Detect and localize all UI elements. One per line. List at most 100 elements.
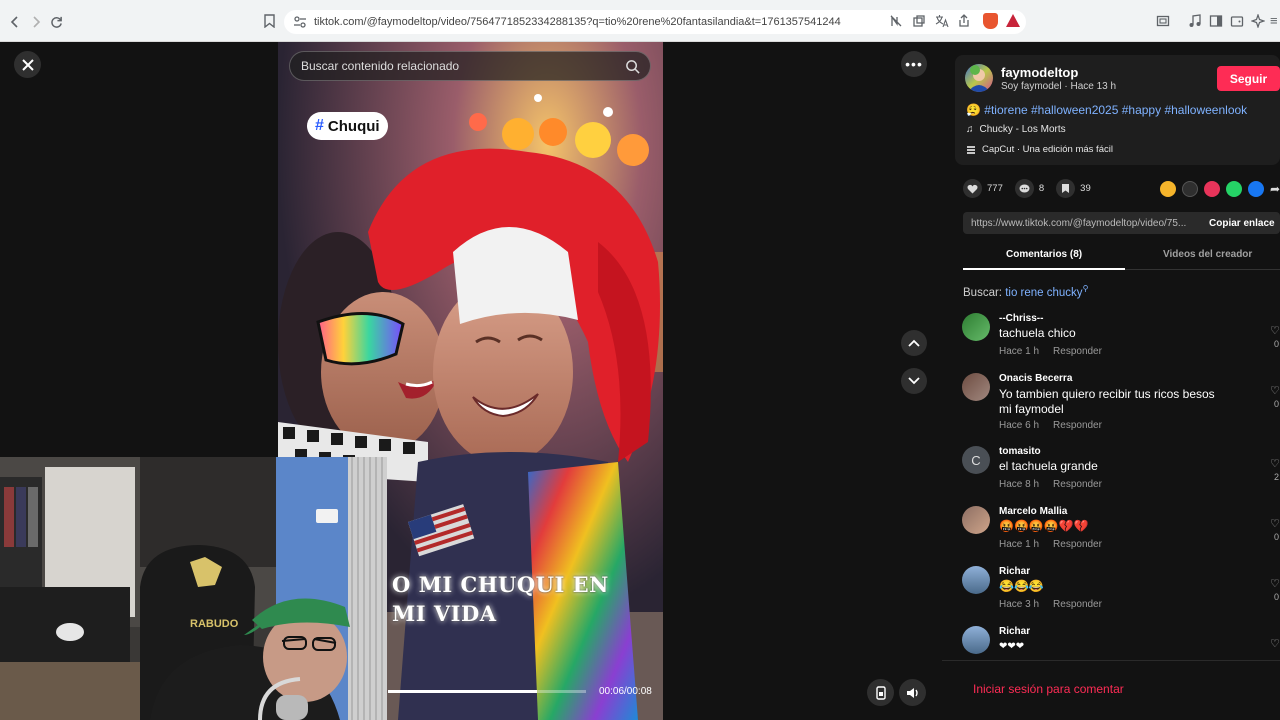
panel-tabs: Comentarios (8) Videos del creador	[963, 246, 1280, 270]
comment-item: --Chriss-- tachuela chico Hace 1 h Respon…	[962, 313, 1280, 363]
chair-brand-text: RABUDO	[190, 618, 239, 630]
comment-item: C tomasito el tachuela grande Hace 8 h Re…	[962, 446, 1280, 496]
author-name[interactable]: faymodeltop	[1001, 65, 1078, 80]
repost-icon[interactable]	[1160, 181, 1176, 197]
reply-button[interactable]: Responder	[1053, 420, 1102, 431]
close-button[interactable]	[14, 51, 41, 78]
forward-icon[interactable]	[25, 11, 47, 33]
save-stat[interactable]: 39	[1056, 179, 1091, 198]
hashtag-sticker[interactable]: # Chuqui	[307, 112, 388, 140]
reply-button[interactable]: Responder	[1053, 479, 1102, 490]
back-icon[interactable]	[4, 11, 26, 33]
comment-avatar[interactable]	[962, 566, 990, 594]
video-description: 😮‍💨 #tiorene #halloween2025 #happy #hall…	[966, 103, 1247, 117]
search-small-icon: ⚲	[1082, 284, 1089, 293]
sidebar-icon[interactable]	[1209, 14, 1223, 28]
previous-video-button[interactable]	[901, 330, 927, 356]
comment-avatar[interactable]	[962, 506, 990, 534]
more-share-icon[interactable]: ➦	[1270, 181, 1280, 197]
search-suggestion-label: Buscar:	[963, 286, 1002, 299]
capcut-label: CapCut · Una edición más fácil	[982, 144, 1113, 155]
heart-outline-icon[interactable]: ♡	[1270, 324, 1280, 337]
comment-text: el tachuela grande	[999, 459, 1098, 473]
embed-code-icon[interactable]	[1182, 181, 1198, 197]
follow-button[interactable]: Seguir	[1217, 66, 1280, 91]
reply-button[interactable]: Responder	[1053, 539, 1102, 550]
tab-comments[interactable]: Comentarios (8)	[1006, 249, 1082, 260]
heart-outline-icon[interactable]: ♡	[1270, 517, 1280, 530]
reply-button[interactable]: Responder	[1053, 599, 1102, 610]
send-to-friend-icon[interactable]	[1204, 181, 1220, 197]
comment-avatar[interactable]	[962, 373, 990, 401]
login-to-comment-link[interactable]: Iniciar sesión para comentar	[973, 682, 1124, 696]
volume-button[interactable]	[899, 679, 926, 706]
bookmark-icon[interactable]	[264, 14, 275, 33]
comment-author[interactable]: --Chriss--	[999, 313, 1043, 324]
comment-meta: Hace 1 h Responder	[999, 346, 1102, 357]
active-tab-indicator	[963, 268, 1125, 270]
more-icon: •••	[905, 56, 923, 72]
tabs-icon[interactable]	[912, 14, 926, 28]
tab-creator-videos[interactable]: Videos del creador	[1163, 249, 1252, 260]
copy-link-button[interactable]: Copiar enlace	[1209, 218, 1275, 229]
more-options-button[interactable]: •••	[901, 51, 927, 77]
related-search-placeholder: Buscar contenido relacionado	[301, 59, 460, 73]
whatsapp-icon[interactable]	[1226, 181, 1242, 197]
video-progress-fill	[388, 690, 537, 693]
brave-shield-icon[interactable]	[983, 13, 998, 29]
leo-ai-icon[interactable]	[1251, 14, 1265, 28]
heart-outline-icon[interactable]: ♡	[1270, 577, 1280, 590]
site-settings-icon[interactable]	[293, 15, 307, 29]
hashtag-icon: #	[315, 117, 324, 134]
comment-item: Richar ❤❤❤ ♡	[962, 626, 1280, 658]
capcut-link[interactable]: CapCut · Una edición más fácil	[966, 144, 1113, 155]
related-search-input[interactable]: Buscar contenido relacionado	[289, 51, 651, 81]
comment-item: Onacis Becerra Yo tambien quiero recibir…	[962, 373, 1280, 433]
share-page-icon[interactable]	[957, 14, 971, 28]
brave-rewards-icon[interactable]	[1006, 14, 1020, 27]
comment-text: Yo tambien quiero recibir tus ricos beso…	[999, 387, 1215, 416]
description-emoji: 😮‍💨	[966, 103, 981, 117]
pip-button[interactable]	[867, 679, 894, 706]
reply-button[interactable]: Responder	[1053, 346, 1102, 357]
webcam-frame: RABUDO	[0, 457, 387, 720]
search-suggestion[interactable]: Buscar: tio rene chucky⚲	[963, 284, 1088, 299]
comment-stat[interactable]: 8	[1014, 179, 1044, 198]
heart-outline-icon[interactable]: ♡	[1270, 457, 1280, 470]
translate-icon[interactable]	[935, 14, 949, 28]
wallet2-icon[interactable]	[1230, 14, 1244, 28]
heart-outline-icon[interactable]: ♡	[1270, 384, 1280, 397]
comment-author[interactable]: Richar	[999, 566, 1030, 577]
comment-author[interactable]: Richar	[999, 626, 1030, 637]
heart-outline-icon[interactable]: ♡	[1270, 637, 1280, 650]
facebook-icon[interactable]	[1248, 181, 1264, 197]
reader-icon[interactable]	[889, 14, 903, 28]
search-suggestion-term[interactable]: tio rene chucky	[1005, 287, 1082, 299]
comment-text: 😂😂😂	[999, 579, 1044, 593]
comment-author[interactable]: Marcelo Mallia	[999, 506, 1067, 517]
music-icon[interactable]	[1188, 14, 1202, 28]
description-hashtags[interactable]: #tiorene #halloween2025 #happy #hallowee…	[984, 103, 1247, 117]
video-progress-bar[interactable]	[388, 690, 586, 693]
author-subtitle: Soy faymodel · Hace 13 h	[1001, 81, 1117, 92]
next-video-button[interactable]	[901, 368, 927, 394]
volume-icon	[906, 687, 918, 698]
search-icon[interactable]	[625, 59, 640, 74]
menu-icon[interactable]: ≡	[1270, 13, 1280, 29]
capcut-icon	[967, 145, 975, 154]
share-url[interactable]: https://www.tiktok.com/@faymodeltop/vide…	[963, 218, 1203, 229]
comment-author[interactable]: Onacis Becerra	[999, 373, 1072, 384]
wallet-icon[interactable]	[1156, 14, 1170, 28]
comment-author[interactable]: tomasito	[999, 446, 1041, 457]
reload-icon[interactable]	[45, 11, 67, 33]
comment-avatar[interactable]	[962, 313, 990, 341]
left-backdrop	[0, 42, 278, 457]
author-avatar[interactable]	[965, 64, 993, 92]
like-stat[interactable]: 777	[963, 179, 1003, 198]
comment-avatar[interactable]: C	[962, 446, 990, 474]
music-link[interactable]: ♫ Chucky - Los Morts	[966, 124, 1066, 135]
comment-meta: Hace 3 h Responder	[999, 599, 1102, 610]
close-icon	[21, 58, 34, 71]
comment-avatar[interactable]	[962, 626, 990, 654]
comment-text: ❤❤❤	[999, 641, 1025, 652]
